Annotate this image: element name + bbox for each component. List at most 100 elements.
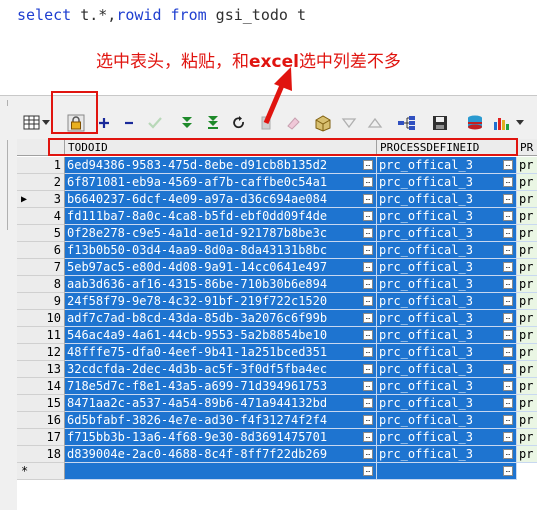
cell-pr[interactable]: pr [517, 395, 537, 412]
cell-pr[interactable]: pr [517, 361, 537, 378]
cell-todoid[interactable]: 48fffe75-dfa0-4eef-9b41-1a251bced351… [65, 344, 377, 361]
cell-processdefineid[interactable]: prc_offical_3… [377, 276, 517, 293]
ellipsis-button[interactable]: … [503, 177, 513, 187]
table-row[interactable]: 10 adf7c7ad-b8cd-43da-85db-3a2076c6f99b… p… [17, 310, 537, 327]
ellipsis-button[interactable]: … [363, 466, 373, 476]
ellipsis-button[interactable]: … [503, 296, 513, 306]
table-row[interactable]: 1 6ed94386-9583-475d-8ebe-d91cb8b135d2… pr… [17, 157, 537, 174]
row-number[interactable]: ▶ 3 [17, 191, 65, 208]
row-number[interactable]: 12 [17, 344, 65, 361]
cell-processdefineid[interactable]: prc_offical_3… [377, 191, 517, 208]
cell-todoid[interactable]: d839004e-2ac0-4688-8c4f-8ff7f22db269… [65, 446, 377, 463]
cell-todoid[interactable]: adf7c7ad-b8cd-43da-85db-3a2076c6f99b… [65, 310, 377, 327]
post-changes-icon[interactable] [145, 113, 165, 133]
new-row[interactable]: *…… [17, 463, 537, 480]
filter-icon[interactable] [339, 113, 359, 133]
cell-todoid-new[interactable]: … [65, 463, 377, 480]
cell-processdefineid-new[interactable]: … [377, 463, 517, 480]
cell-todoid[interactable]: 6d5bfabf-3826-4e7e-ad30-f4f31274f2f4… [65, 412, 377, 429]
row-number[interactable]: 15 [17, 395, 65, 412]
cell-pr[interactable]: pr [517, 191, 537, 208]
cell-pr[interactable]: pr [517, 327, 537, 344]
chart-dropdown-icon[interactable] [514, 113, 526, 133]
cell-processdefineid[interactable]: prc_offical_3… [377, 174, 517, 191]
cell-pr[interactable]: pr [517, 225, 537, 242]
tree-icon[interactable] [397, 113, 417, 133]
ellipsis-button[interactable]: … [363, 381, 373, 391]
eraser-icon[interactable] [283, 113, 303, 133]
cell-processdefineid[interactable]: prc_offical_3… [377, 395, 517, 412]
cell-todoid[interactable]: 8471aa2c-a537-4a54-89b6-471a944132bd… [65, 395, 377, 412]
ellipsis-button[interactable]: … [363, 330, 373, 340]
cell-processdefineid[interactable]: prc_offical_3… [377, 242, 517, 259]
cell-todoid[interactable]: f13b0b50-03d4-4aa9-8d0a-8da43131b8bc… [65, 242, 377, 259]
table-row[interactable]: 17 f715bb3b-13a6-4f68-9e30-8d3691475701… p… [17, 429, 537, 446]
cell-todoid[interactable]: 546ac4a9-4a61-44cb-9553-5a2b8854be10… [65, 327, 377, 344]
row-number[interactable]: 17 [17, 429, 65, 446]
cell-pr[interactable]: pr [517, 310, 537, 327]
ellipsis-button[interactable]: … [503, 347, 513, 357]
cell-pr[interactable]: pr [517, 412, 537, 429]
row-number[interactable]: 2 [17, 174, 65, 191]
ellipsis-button[interactable]: … [363, 432, 373, 442]
ellipsis-button[interactable]: … [363, 279, 373, 289]
cell-processdefineid[interactable]: prc_offical_3… [377, 429, 517, 446]
row-number[interactable]: 7 [17, 259, 65, 276]
table-row[interactable]: 11 546ac4a9-4a61-44cb-9553-5a2b8854be10… p… [17, 327, 537, 344]
ellipsis-button[interactable]: … [503, 228, 513, 238]
sql-editor[interactable]: select t.*,rowid from gsi_todo t 选中表头，粘贴… [0, 0, 537, 96]
cell-pr[interactable]: pr [517, 344, 537, 361]
table-row[interactable]: 5 0f28e278-c9e5-4a1d-ae1d-921787b8be3c… pr… [17, 225, 537, 242]
row-number[interactable]: 16 [17, 412, 65, 429]
fetch-last-icon[interactable] [203, 113, 223, 133]
ellipsis-button[interactable]: … [363, 296, 373, 306]
ellipsis-button[interactable]: … [503, 364, 513, 374]
cell-processdefineid[interactable]: prc_offical_3… [377, 378, 517, 395]
cell-todoid[interactable]: aab3d636-af16-4315-86be-710b30b6e894… [65, 276, 377, 293]
row-number[interactable]: 18 [17, 446, 65, 463]
table-row[interactable]: 6 f13b0b50-03d4-4aa9-8d0a-8da43131b8bc… pr… [17, 242, 537, 259]
row-number[interactable]: 14 [17, 378, 65, 395]
cell-processdefineid[interactable]: prc_offical_3… [377, 310, 517, 327]
ellipsis-button[interactable]: … [503, 330, 513, 340]
row-number[interactable]: 5 [17, 225, 65, 242]
table-row[interactable]: 13 32cdcfda-2dec-4d3b-ac5f-3f0df5fba4ec… p… [17, 361, 537, 378]
row-number[interactable]: 13 [17, 361, 65, 378]
ellipsis-button[interactable]: … [503, 279, 513, 289]
ellipsis-button[interactable]: … [363, 364, 373, 374]
table-row[interactable]: 16 6d5bfabf-3826-4e7e-ad30-f4f31274f2f4… p… [17, 412, 537, 429]
ellipsis-button[interactable]: … [363, 313, 373, 323]
refresh-icon[interactable] [229, 113, 249, 133]
cell-todoid[interactable]: 6f871081-eb9a-4569-af7b-caffbe0c54a1… [65, 174, 377, 191]
row-number[interactable]: 4 [17, 208, 65, 225]
table-row[interactable]: 15 8471aa2c-a537-4a54-89b6-471a944132bd… p… [17, 395, 537, 412]
ellipsis-button[interactable]: … [363, 262, 373, 272]
ellipsis-button[interactable]: … [363, 194, 373, 204]
ellipsis-button[interactable]: … [503, 466, 513, 476]
ellipsis-button[interactable]: … [503, 262, 513, 272]
cell-todoid[interactable]: 0f28e278-c9e5-4a1d-ae1d-921787b8be3c… [65, 225, 377, 242]
row-number[interactable]: 1 [17, 157, 65, 174]
cell-processdefineid[interactable]: prc_offical_3… [377, 293, 517, 310]
cell-processdefineid[interactable]: prc_offical_3… [377, 259, 517, 276]
cell-processdefineid[interactable]: prc_offical_3… [377, 361, 517, 378]
grid-icon[interactable] [22, 113, 42, 133]
ellipsis-button[interactable]: … [363, 398, 373, 408]
row-number[interactable]: 9 [17, 293, 65, 310]
ellipsis-button[interactable]: … [363, 160, 373, 170]
cell-pr[interactable]: pr [517, 259, 537, 276]
cell-pr[interactable]: pr [517, 242, 537, 259]
cell-processdefineid[interactable]: prc_offical_3… [377, 225, 517, 242]
table-row[interactable]: 12 48fffe75-dfa0-4eef-9b41-1a251bced351… p… [17, 344, 537, 361]
ellipsis-button[interactable]: … [503, 211, 513, 221]
cell-processdefineid[interactable]: prc_offical_3… [377, 157, 517, 174]
table-row[interactable]: 14 718e5d7c-f8e1-43a5-a699-71d394961753… p… [17, 378, 537, 395]
cell-todoid[interactable]: f715bb3b-13a6-4f68-9e30-8d3691475701… [65, 429, 377, 446]
export-icon[interactable] [465, 113, 485, 133]
cell-todoid[interactable]: 6ed94386-9583-475d-8ebe-d91cb8b135d2… [65, 157, 377, 174]
row-number[interactable]: 6 [17, 242, 65, 259]
cell-pr[interactable]: pr [517, 157, 537, 174]
cell-pr[interactable]: pr [517, 446, 537, 463]
cell-pr[interactable]: pr [517, 378, 537, 395]
cell-todoid[interactable]: b6640237-6dcf-4e09-a97a-d36c694ae084… [65, 191, 377, 208]
